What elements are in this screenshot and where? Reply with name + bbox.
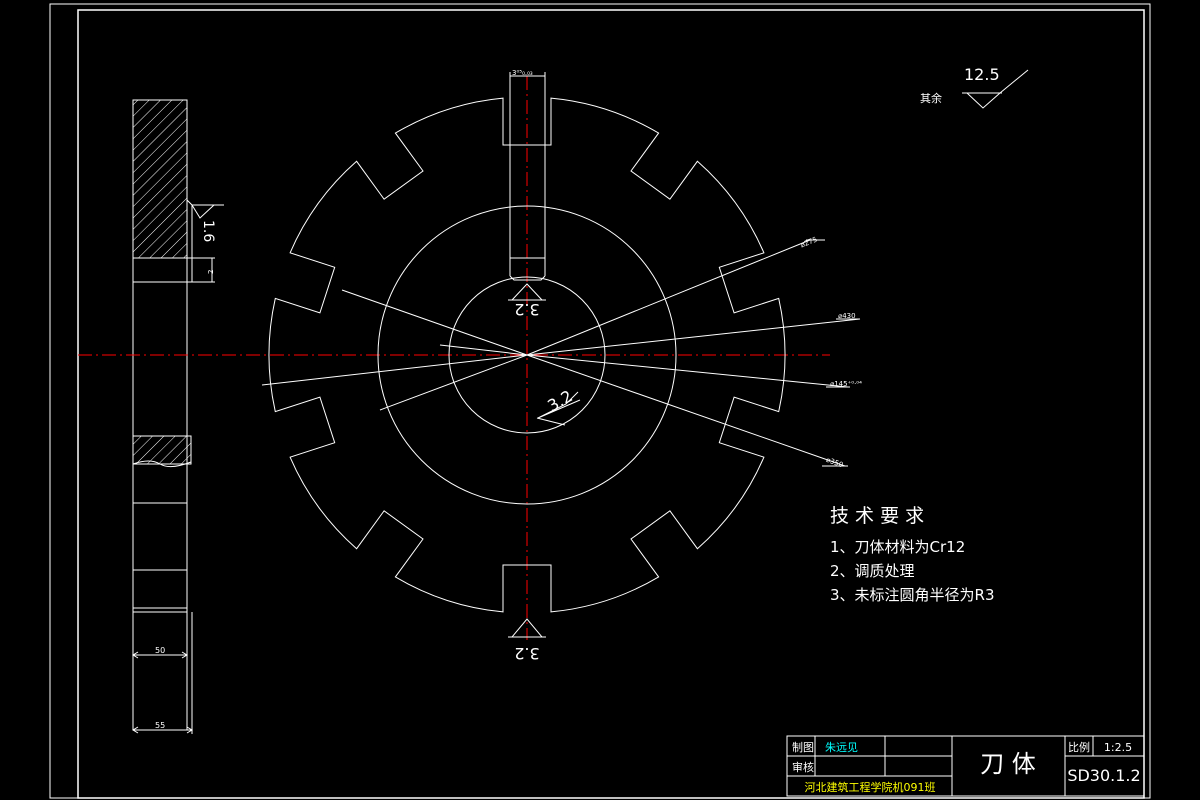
lower-hatch-region: [132, 435, 192, 465]
side-roughness-value: 1.6: [200, 220, 216, 242]
school-name: 河北建筑工程学院机091班: [805, 780, 936, 794]
dim-d430: ⌀430: [838, 312, 856, 320]
keyway-roughness-value: 3.2: [514, 300, 539, 319]
general-roughness-label: 其余: [920, 91, 942, 105]
general-roughness-value: 12.5: [964, 65, 1000, 84]
drawing-number: SD30.1.2: [1067, 766, 1140, 785]
dim-d145: ⌀145⁺⁰·⁰⁴: [830, 380, 862, 388]
inner-frame: [77, 9, 1145, 799]
dimension-leaders: [261, 239, 861, 467]
side-dim-55: 55: [155, 721, 165, 730]
dim-d350: ⌀350: [825, 456, 844, 470]
tech-req-item-1: 1、刀体材料为Cr12: [830, 538, 965, 556]
drawn-name: 朱远见: [825, 741, 858, 754]
tech-req-item-3: 3、未标注圆角半径为R3: [830, 586, 995, 604]
center-lines: [78, 76, 830, 640]
scale-value: 1:2.5: [1104, 741, 1132, 754]
side-section-view: [132, 99, 224, 734]
dim-d275: ⌀275: [799, 236, 818, 250]
outer-frame: [49, 3, 1151, 799]
bore-roughness-value: 3.2: [544, 386, 576, 415]
tech-req-item-2: 2、调质处理: [830, 562, 915, 580]
cad-drawing: 50 55 1.6 2 3⁰⁵₀.₀₃ ⌀275 ⌀430 ⌀145⁺⁰·⁰⁴ …: [49, 3, 1151, 799]
part-name: 刀 体: [980, 750, 1036, 778]
checked-label: 审核: [792, 760, 814, 774]
upper-hatch-region: [132, 99, 188, 259]
tech-req-title: 技 术 要 求: [830, 505, 924, 527]
drawn-label: 制图: [792, 741, 814, 754]
side-step-dim: 2: [207, 270, 215, 274]
bottom-roughness-value: 3.2: [514, 644, 539, 663]
slot-width-dim: 3⁰⁵₀.₀₃: [512, 69, 533, 77]
scale-label: 比例: [1068, 740, 1090, 754]
side-dim-50: 50: [155, 646, 165, 655]
